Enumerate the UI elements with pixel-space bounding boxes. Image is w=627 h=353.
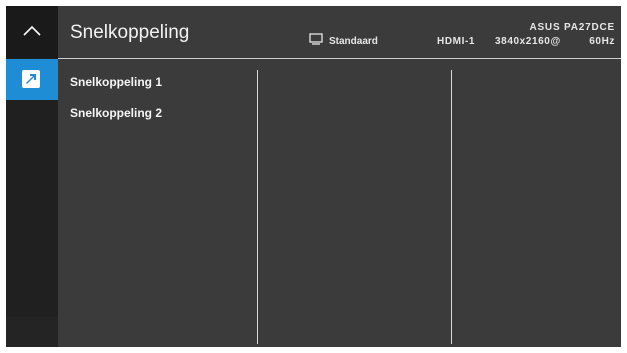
menu-list: Snelkoppeling 1 Snelkoppeling 2 bbox=[58, 59, 257, 347]
menu-item-shortcut-2[interactable]: Snelkoppeling 2 bbox=[70, 106, 162, 120]
model-name-label: ASUS PA27DCE bbox=[529, 22, 615, 33]
monitor-icon bbox=[309, 33, 323, 45]
shortcut-arrow-icon bbox=[26, 74, 36, 84]
osd-menu-panel: Snelkoppeling Standaard HDMI-1 3840x2160… bbox=[6, 6, 621, 347]
sidebar-item-shortcut[interactable] bbox=[6, 59, 58, 100]
shortcut-icon-frame bbox=[22, 70, 40, 88]
sidebar bbox=[6, 6, 58, 347]
header-bar: Snelkoppeling Standaard HDMI-1 3840x2160… bbox=[58, 6, 621, 58]
chevron-up-icon bbox=[23, 25, 41, 36]
resolution-label: 3840x2160@ bbox=[495, 36, 561, 47]
column-divider bbox=[257, 70, 258, 344]
mode-label: Standaard bbox=[329, 36, 378, 47]
sidebar-footer bbox=[6, 317, 58, 347]
menu-item-shortcut-1[interactable]: Snelkoppeling 1 bbox=[70, 75, 162, 89]
sidebar-item-up[interactable] bbox=[6, 6, 58, 58]
input-source-label: HDMI-1 bbox=[437, 36, 476, 47]
page-title: Snelkoppeling bbox=[70, 22, 190, 43]
column-divider bbox=[451, 70, 452, 344]
refresh-rate-label: 60Hz bbox=[589, 36, 615, 47]
